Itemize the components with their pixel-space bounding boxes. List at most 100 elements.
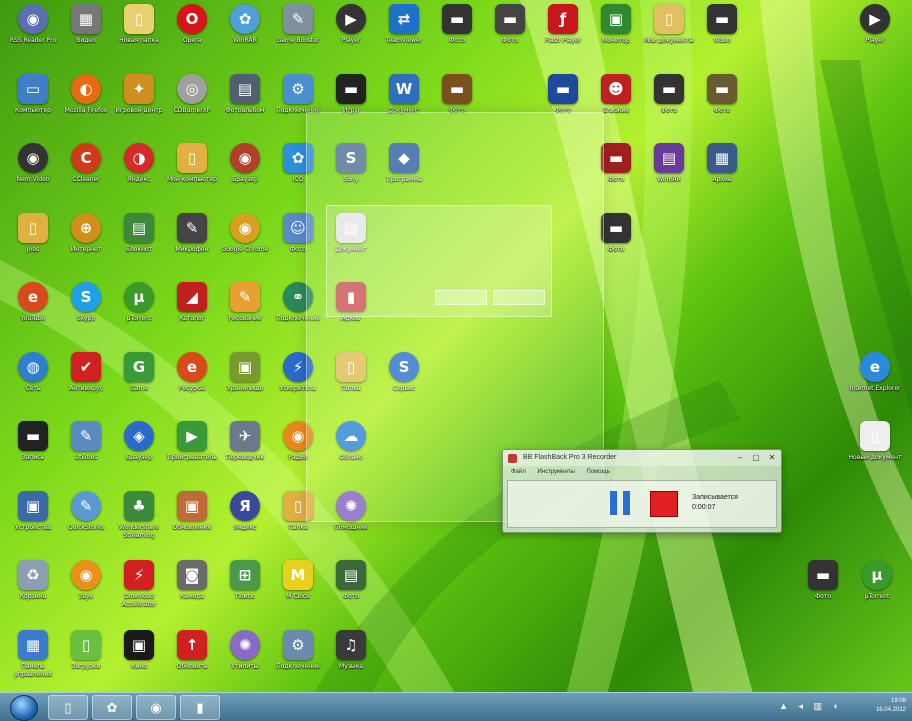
- desktop-icon-label: Фотоальбом: [225, 106, 265, 114]
- desktop-icon[interactable]: ✺ Утилиты: [216, 629, 274, 694]
- desktop-icon[interactable]: ▤ Блокнот: [110, 212, 168, 277]
- desktop-icon[interactable]: ⚙ Подключение: [269, 629, 327, 694]
- desktop-icon[interactable]: ▣ Обновление: [163, 490, 221, 555]
- desktop-icon[interactable]: O Opera: [163, 4, 221, 68]
- desktop-icon[interactable]: ▬ Запись: [4, 421, 62, 485]
- desktop-icon[interactable]: ▶ Player: [322, 4, 380, 68]
- stop-button[interactable]: [650, 491, 678, 517]
- menu-file[interactable]: Файл: [511, 469, 526, 475]
- desktop-icon[interactable]: ▯ Новая папка: [110, 4, 168, 68]
- desktop-icon[interactable]: ▭ Компьютер: [4, 73, 62, 138]
- desktop-icon[interactable]: S Skype: [57, 282, 115, 346]
- desktop-icon-image: ✎: [283, 4, 313, 34]
- start-button[interactable]: [10, 695, 38, 721]
- desktop-icon[interactable]: ▣ Хранилище: [216, 351, 274, 416]
- desktop-icon[interactable]: ▶ Проигрыватель: [163, 421, 221, 485]
- desktop-icon[interactable]: e Ресурсы: [163, 351, 221, 416]
- desktop-icon[interactable]: ▣ Устройства: [4, 490, 62, 555]
- desktop-icon[interactable]: ◎ CDBurnerXP: [163, 73, 221, 138]
- close-button[interactable]: ✕: [765, 452, 779, 463]
- recorder-titlebar[interactable]: BB FlashBack Pro 3 Recorder – ▢ ✕: [503, 450, 781, 466]
- desktop-icon[interactable]: ⊞ Поиск: [216, 560, 274, 624]
- desktop-icon[interactable]: ◉ Браузер: [216, 143, 274, 207]
- desktop-icon[interactable]: ◉ Nero Video: [4, 143, 62, 207]
- desktop-icon[interactable]: ⚡ Download Accelerator: [110, 560, 168, 624]
- desktop-icon[interactable]: µ µTorrent: [110, 282, 168, 346]
- desktop-icon-label: Мои документы: [643, 37, 695, 44]
- desktop-icon[interactable]: ƒ Flash Player: [534, 4, 592, 68]
- desktop-icon[interactable]: ▣ Кино: [110, 629, 168, 694]
- recorder-window[interactable]: BB FlashBack Pro 3 Recorder – ▢ ✕ Файл И…: [502, 449, 782, 533]
- desktop-icon[interactable]: ◍ Сеть: [4, 351, 62, 416]
- menu-tools[interactable]: Инструменты: [537, 469, 574, 475]
- desktop-icon[interactable]: ▦ Видео: [57, 4, 115, 68]
- menu-help[interactable]: Помощь: [587, 469, 610, 475]
- maximize-button[interactable]: ▢: [749, 452, 763, 463]
- desktop-icon[interactable]: ✎ Game Booster: [269, 4, 327, 68]
- desktop-icon[interactable]: ◐ Mozilla Firefox: [57, 73, 115, 138]
- desktop-icon[interactable]: ↑ Обновить: [163, 629, 221, 694]
- desktop-icon-image: ▬: [707, 73, 737, 104]
- desktop-icon[interactable]: ✎ Рисование: [216, 282, 274, 346]
- desktop-icon[interactable]: ◢ Каталог: [163, 282, 221, 346]
- desktop-icon[interactable]: ▯ Jobs: [4, 212, 62, 277]
- desktop-icon[interactable]: M M Clock: [269, 560, 327, 624]
- desktop-icon[interactable]: ▶ Player: [846, 4, 904, 68]
- pause-button[interactable]: [610, 491, 632, 515]
- desktop-icon[interactable]: ⇄ TeamViewer: [375, 4, 433, 68]
- desktop-icon[interactable]: ▯ Новый документ: [846, 421, 904, 485]
- desktop-icon[interactable]: ▯ Загрузки: [57, 629, 115, 694]
- desktop-icon[interactable]: ▦ Панель управления: [4, 629, 62, 694]
- desktop-icon[interactable]: ◙ Камера: [163, 560, 221, 624]
- desktop-icon[interactable]: ✔ Антивирус: [57, 351, 115, 416]
- taskbar-app[interactable]: ✿: [92, 695, 132, 720]
- desktop-icon[interactable]: ⊕ Интернет: [57, 212, 115, 277]
- desktop-icon[interactable]: ◈ Браузер: [110, 421, 168, 485]
- desktop-icon[interactable]: ▦ Архив: [693, 143, 751, 207]
- desktop-icon[interactable]: ◉ Звук: [57, 560, 115, 624]
- desktop-icon[interactable]: ▤ Фото: [322, 560, 380, 624]
- desktop-icon[interactable]: ✦ Игровой центр: [110, 73, 168, 138]
- desktop-icon[interactable]: e Internet Explorer: [846, 351, 904, 416]
- desktop-icon[interactable]: ✎ QuickStores: [57, 490, 115, 555]
- desktop-icon[interactable]: G Game: [110, 351, 168, 416]
- desktop-icon[interactable]: ✎ Utilities: [57, 421, 115, 485]
- system-clock[interactable]: 19:08 16.04.2012: [876, 697, 906, 715]
- desktop-icon-label: Download Accelerator: [121, 593, 157, 608]
- desktop-icon[interactable]: Я Яндекс: [216, 490, 274, 555]
- desktop-icon[interactable]: µ µTorrent: [848, 560, 906, 624]
- desktop-icon[interactable]: ✈ Переводчик: [216, 421, 274, 485]
- desktop-icon[interactable]: ▣ Монитор: [587, 4, 645, 68]
- desktop-icon[interactable]: ♫ Музыка: [322, 629, 380, 694]
- taskbar-media[interactable]: ▮: [180, 695, 220, 720]
- desktop-icon[interactable]: ✿ WinRAR: [216, 4, 274, 68]
- minimize-button[interactable]: –: [733, 452, 747, 463]
- desktop-icon-label: Skype: [76, 315, 96, 322]
- desktop-icon[interactable]: ♻ Корзина: [4, 560, 62, 624]
- taskbar-recorder[interactable]: ◉: [136, 695, 176, 720]
- desktop-icon[interactable]: ✎ Микрофон: [163, 212, 221, 277]
- desktop-icon[interactable]: ▬ Video: [693, 4, 751, 68]
- desktop-icon[interactable]: ▯ Мой компьютер: [163, 143, 221, 207]
- tray-icons[interactable]: ▲ ◂ ▥ ◖: [779, 701, 842, 712]
- desktop-icon[interactable]: ▯ Мои документы: [640, 4, 698, 68]
- desktop-icon[interactable]: ▬ Фото: [794, 560, 852, 624]
- desktop-icon[interactable]: ▤ Фотоальбом: [216, 73, 274, 138]
- desktop-icon[interactable]: ◉ RSS Reader Pro: [4, 4, 62, 68]
- desktop-icon-label: Блокнот: [125, 245, 153, 253]
- desktop-icon-label: Internet Explorer: [849, 384, 901, 392]
- desktop-icon[interactable]: e YouTube: [4, 282, 62, 346]
- desktop-icon[interactable]: ◑ Яндекс: [110, 143, 168, 207]
- desktop-icon-image: ▯: [860, 421, 890, 451]
- desktop-icon[interactable]: ◉ Google Chrome: [216, 212, 274, 277]
- desktop-icon[interactable]: ▬ Фото: [428, 4, 486, 68]
- desktop-icon[interactable]: ▬ Фото: [640, 73, 698, 138]
- desktop-icon[interactable]: ♣ Wondershare Streaming: [110, 490, 168, 555]
- desktop-icon-image: ▯: [124, 4, 154, 34]
- desktop-icon[interactable]: ▬ Фото: [481, 4, 539, 68]
- desktop-icon-image: ▯: [18, 212, 48, 243]
- taskbar-explorer[interactable]: ▯: [48, 695, 88, 720]
- desktop-icon[interactable]: ▤ WinRAR: [640, 143, 698, 207]
- desktop-icon[interactable]: C CCleaner: [57, 143, 115, 207]
- desktop-icon[interactable]: ▬ Фото: [693, 73, 751, 138]
